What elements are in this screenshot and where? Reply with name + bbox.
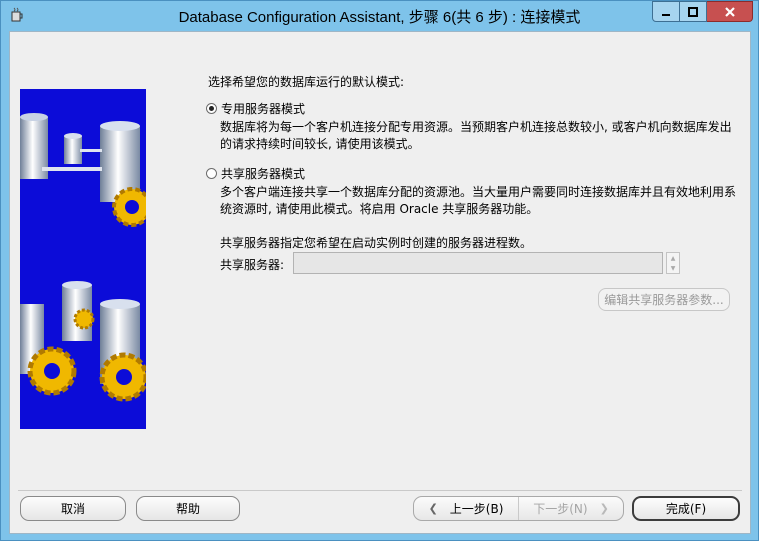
chevron-right-icon: ❯ bbox=[599, 502, 609, 515]
spinner-down-icon[interactable]: ▼ bbox=[667, 263, 679, 273]
window-title: Database Configuration Assistant, 步骤 6(共… bbox=[178, 9, 581, 26]
minimize-icon bbox=[662, 13, 670, 16]
shared-mode-radio[interactable] bbox=[206, 168, 217, 179]
connection-mode-panel: 选择希望您的数据库运行的默认模式: 专用服务器模式 数据库将为每一个客户机连接分… bbox=[206, 32, 746, 492]
next-button-label: 下一步(N) bbox=[533, 502, 588, 516]
button-divider bbox=[18, 490, 742, 491]
edit-shared-server-params-button[interactable]: 编辑共享服务器参数... bbox=[598, 288, 730, 311]
shared-server-count-label: 共享服务器: bbox=[220, 258, 285, 272]
dialog-window: Database Configuration Assistant, 步骤 6(共… bbox=[0, 0, 759, 541]
shared-desc-line2: 统资源时, 请使用此模式。将启用 Oracle 共享服务器功能。 bbox=[220, 202, 539, 216]
shared-mode-description: 多个客户端连接共享一个数据库分配的资源池。当大量用户需要同时连接数据库并且有效地… bbox=[220, 184, 740, 218]
dialog-client-area: 选择希望您的数据库运行的默认模式: 专用服务器模式 数据库将为每一个客户机连接分… bbox=[9, 31, 751, 534]
mode-prompt: 选择希望您的数据库运行的默认模式: bbox=[208, 75, 405, 89]
dedicated-mode-option[interactable]: 专用服务器模式 bbox=[206, 100, 305, 117]
chevron-left-icon: ❮ bbox=[428, 502, 438, 515]
minimize-button[interactable] bbox=[652, 1, 680, 22]
title-bar[interactable]: Database Configuration Assistant, 步骤 6(共… bbox=[1, 1, 758, 31]
shared-desc-line1: 多个客户端连接共享一个数据库分配的资源池。当大量用户需要同时连接数据库并且有效地… bbox=[220, 185, 737, 199]
dedicated-mode-label: 专用服务器模式 bbox=[221, 102, 306, 116]
navigation-button-group: ❮ 上一步(B) 下一步(N) ❯ bbox=[413, 496, 624, 521]
help-button[interactable]: 帮助 bbox=[136, 496, 240, 521]
maximize-icon bbox=[688, 6, 698, 17]
dedicated-desc-line2: 的请求持续时间较长, 请使用该模式。 bbox=[220, 137, 420, 151]
database-gears-icon bbox=[20, 89, 152, 429]
cancel-button[interactable]: 取消 bbox=[20, 496, 126, 521]
dedicated-mode-description: 数据库将为每一个客户机连接分配专用资源。当预期客户机连接总数较小, 或客户机向数… bbox=[220, 119, 740, 153]
shared-server-count-input[interactable] bbox=[293, 252, 663, 274]
shared-mode-label: 共享服务器模式 bbox=[221, 167, 306, 181]
spinner-up-icon[interactable]: ▲ bbox=[667, 253, 679, 263]
shared-server-count-spinner[interactable]: ▲ ▼ bbox=[666, 252, 680, 274]
back-button-label: 上一步(B) bbox=[449, 502, 504, 516]
finish-button[interactable]: 完成(F) bbox=[632, 496, 740, 521]
database-illustration bbox=[20, 89, 152, 429]
close-icon bbox=[724, 6, 735, 17]
shared-server-count-note: 共享服务器指定您希望在启动实例时创建的服务器进程数。 bbox=[220, 236, 533, 250]
dedicated-mode-radio[interactable] bbox=[206, 103, 217, 114]
maximize-button[interactable] bbox=[680, 1, 707, 22]
next-button[interactable]: 下一步(N) ❯ bbox=[519, 497, 623, 520]
dedicated-desc-line1: 数据库将为每一个客户机连接分配专用资源。当预期客户机连接总数较小, 或客户机向数… bbox=[220, 120, 732, 134]
shared-mode-option[interactable]: 共享服务器模式 bbox=[206, 165, 305, 182]
close-button[interactable] bbox=[707, 1, 753, 22]
back-button[interactable]: ❮ 上一步(B) bbox=[414, 497, 519, 520]
